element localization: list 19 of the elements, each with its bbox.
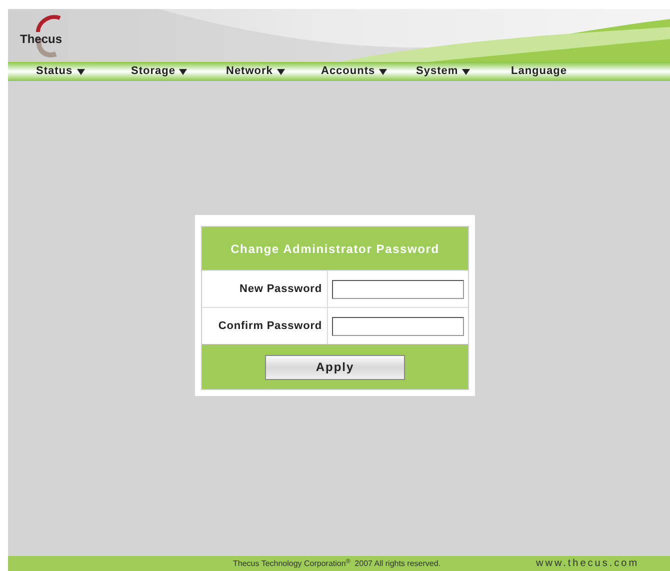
copyright-text: Thecus Technology Corporation$^{®}$ 2007 All rights reserved. — [233, 558, 441, 570]
caret-icon — [379, 68, 388, 74]
caret-icon — [76, 68, 85, 74]
password-field[interactable] — [332, 280, 464, 298]
menu-item[interactable]: Network — [226, 63, 321, 80]
menu-item[interactable]: Language — [511, 63, 606, 80]
menu-item[interactable]: Accounts — [321, 63, 416, 80]
apply-button[interactable]: Apply — [265, 354, 405, 380]
website-link[interactable]: www.thecus.com — [536, 556, 640, 571]
menu-item[interactable]: System — [416, 63, 511, 80]
field-label: New Password — [202, 271, 328, 307]
menu-item[interactable]: Status — [36, 63, 131, 80]
dialog-title: Change Administrator Password — [202, 227, 468, 270]
password-field[interactable] — [332, 316, 464, 336]
caret-icon — [179, 68, 188, 74]
menu-item[interactable]: Storage — [131, 63, 226, 80]
logo-text: Thecus — [20, 31, 62, 48]
caret-icon — [462, 68, 470, 74]
caret-icon — [276, 68, 285, 74]
